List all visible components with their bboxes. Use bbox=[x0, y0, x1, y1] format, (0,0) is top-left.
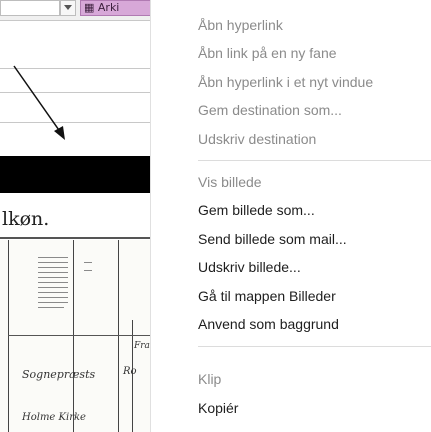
menu-item-email-picture[interactable]: Send billede som mail... bbox=[198, 228, 347, 250]
print-line bbox=[38, 292, 68, 293]
menu-item-open-hyperlink-new-window[interactable]: Åbn hyperlink i et nyt vindue bbox=[198, 71, 373, 93]
print-line bbox=[84, 270, 92, 271]
print-line bbox=[38, 277, 68, 278]
handwritten-text: Fra bbox=[134, 341, 150, 351]
column-rule bbox=[73, 240, 74, 432]
row-rule bbox=[8, 335, 150, 336]
print-line bbox=[84, 262, 92, 263]
print-line bbox=[38, 272, 68, 273]
page-title: lkøn. bbox=[2, 208, 50, 230]
title-rule bbox=[0, 237, 150, 239]
column-rule bbox=[118, 240, 119, 432]
menu-separator bbox=[198, 160, 431, 161]
menu-item-copy[interactable]: Kopiér bbox=[198, 397, 238, 419]
scanned-document-image[interactable]: Sognepræsts Holme Kirke Ro Fra bbox=[0, 240, 150, 432]
print-line bbox=[38, 297, 68, 298]
menu-item-open-link-new-tab[interactable]: Åbn link på en ny fane bbox=[198, 42, 337, 64]
arrow-annotation bbox=[13, 65, 65, 140]
print-line bbox=[38, 262, 68, 263]
column-rule bbox=[8, 240, 9, 432]
menu-item-go-to-pictures[interactable]: Gå til mappen Billeder bbox=[198, 285, 336, 307]
black-banner bbox=[0, 156, 150, 193]
handwritten-text: Sognepræsts bbox=[22, 368, 96, 381]
menu-separator bbox=[198, 346, 431, 347]
handwritten-text: Ro bbox=[123, 366, 137, 377]
context-menu: Åbn hyperlink Åbn link på en ny fane Åbn… bbox=[150, 0, 431, 432]
menu-item-show-picture[interactable]: Vis billede bbox=[198, 171, 262, 193]
print-line bbox=[38, 287, 68, 288]
menu-item-print-picture[interactable]: Udskriv billede... bbox=[198, 256, 301, 278]
background-page: ▦ Arki lkøn. Sognepræsts Holme Kirke Ro … bbox=[0, 0, 150, 432]
print-line bbox=[38, 307, 64, 308]
print-line bbox=[38, 267, 68, 268]
menu-item-print-target[interactable]: Udskriv destination bbox=[198, 128, 316, 150]
menu-item-open-hyperlink[interactable]: Åbn hyperlink bbox=[198, 14, 283, 36]
print-line bbox=[38, 282, 68, 283]
print-line bbox=[38, 257, 68, 258]
menu-item-cut[interactable]: Klip bbox=[198, 368, 221, 390]
print-line bbox=[38, 302, 68, 303]
handwritten-text: Holme Kirke bbox=[22, 412, 86, 423]
menu-item-save-target-as[interactable]: Gem destination som... bbox=[198, 99, 342, 121]
menu-item-save-picture-as[interactable]: Gem billede som... bbox=[198, 199, 315, 221]
menu-item-set-as-background[interactable]: Anvend som baggrund bbox=[198, 313, 339, 335]
